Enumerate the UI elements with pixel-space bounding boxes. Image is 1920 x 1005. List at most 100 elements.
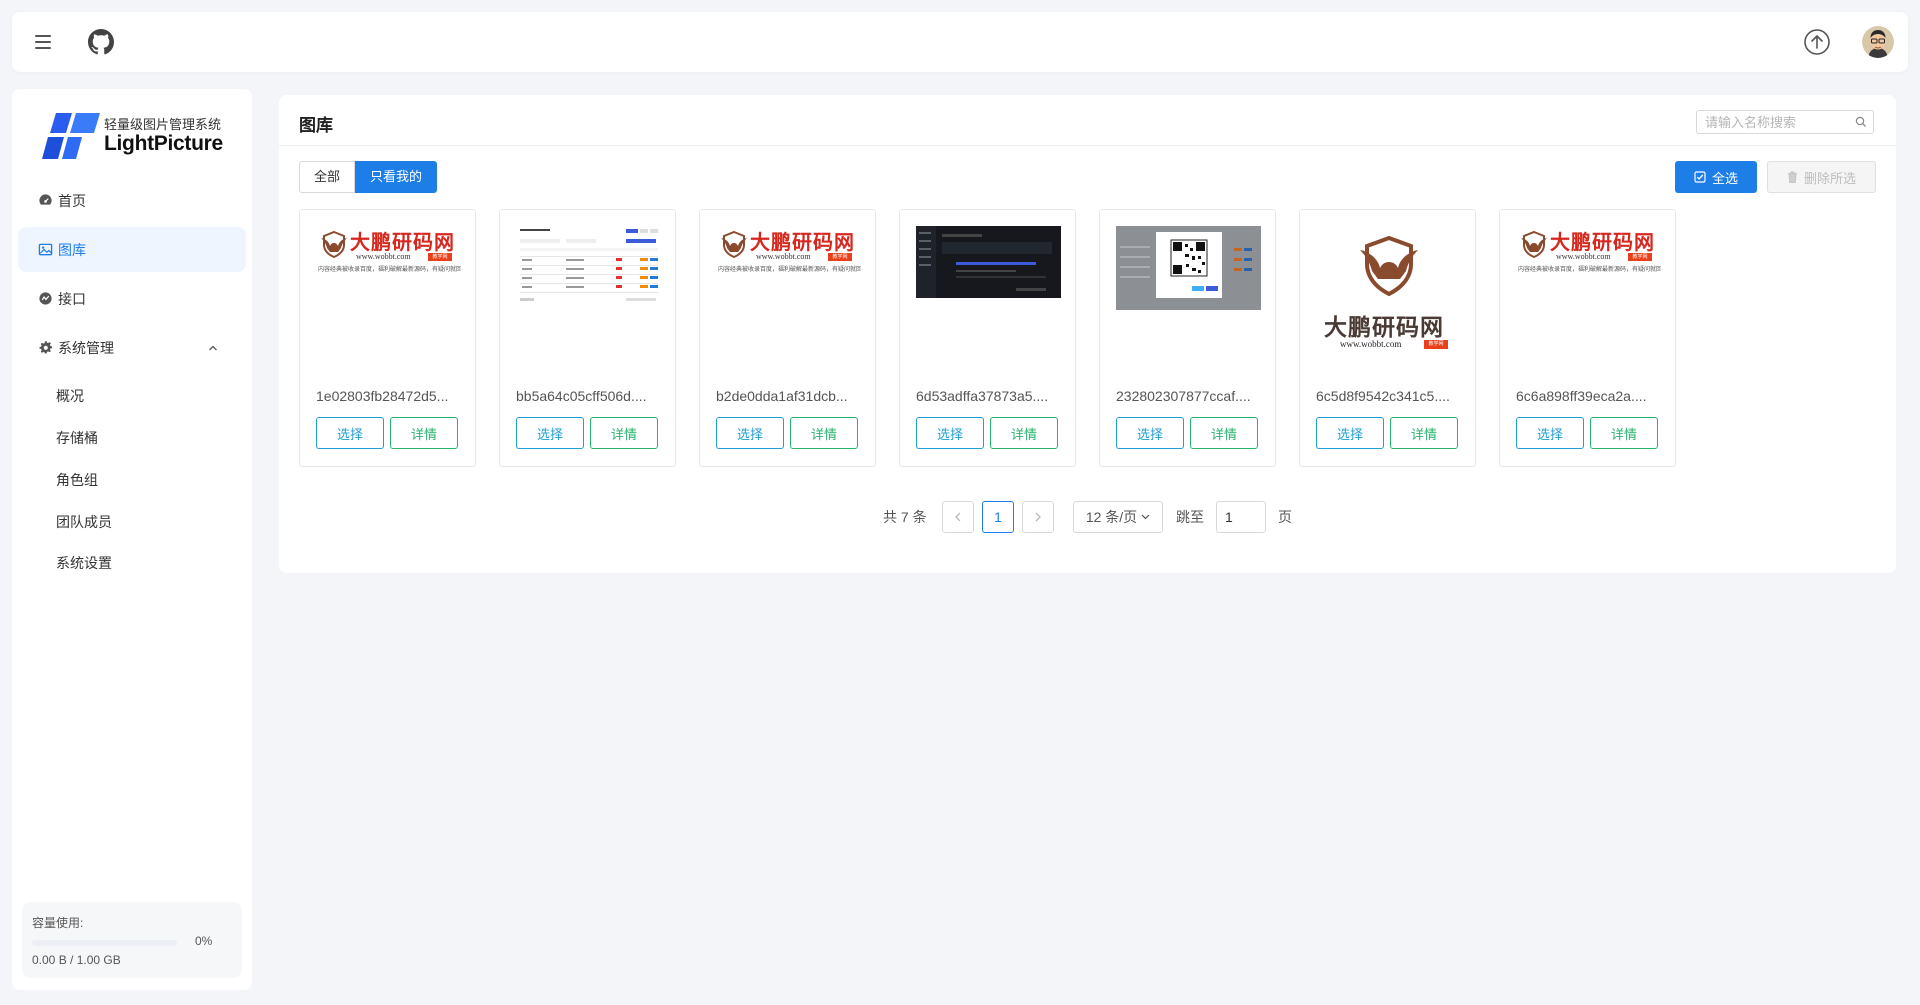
page-size-value: 12 条/页	[1085, 509, 1138, 525]
nav-item-system[interactable]: 系统管理	[18, 325, 246, 370]
brand-text: 大鹏研码网	[750, 232, 855, 254]
detail-button[interactable]: 详情	[990, 417, 1058, 449]
storage-size: 0.00 B / 1.00 GB	[32, 953, 121, 967]
eagle-icon	[1521, 230, 1547, 259]
sub-item-buckets[interactable]: 存储桶	[56, 423, 98, 453]
brand-logo-image: 大鹏研码网 www.wobbt.com 教学网	[1316, 226, 1461, 356]
sub-item-roles[interactable]: 角色组	[56, 465, 98, 495]
select-all-button[interactable]: 全选	[1675, 161, 1757, 193]
brand-tag: 教学网	[1424, 340, 1448, 349]
image-thumbnail[interactable]: 大鹏研码网 www.wobbt.com 教学网 内容经典被收录百度，福利破解最新…	[316, 226, 461, 356]
logo-tagline: 轻量级图片管理系统	[104, 117, 222, 132]
image-name: bb5a64c05cff506d....	[516, 388, 647, 404]
brand-tag: 教学网	[428, 253, 452, 261]
image-name: 1e02803fb28472d5...	[316, 388, 449, 404]
top-bar	[12, 12, 1908, 72]
filter-all-button[interactable]: 全部	[299, 161, 356, 193]
storage-progress-bar	[32, 940, 177, 946]
checkbox-icon	[1694, 171, 1706, 183]
detail-button[interactable]: 详情	[1590, 417, 1658, 449]
detail-button[interactable]: 详情	[1390, 417, 1458, 449]
table-screenshot-image	[516, 226, 661, 306]
page-button-current[interactable]: 1	[982, 501, 1014, 533]
pagination: 共 7 条 1 12 条/页 跳至 页	[279, 501, 1896, 533]
search-input[interactable]	[1705, 111, 1855, 133]
avatar[interactable]	[1862, 26, 1894, 58]
trash-icon	[1787, 171, 1797, 183]
sidebar: 轻量级图片管理系统 LightPicture 首页 图库 接口 系统管理 概况 …	[12, 89, 252, 990]
select-button[interactable]: 选择	[1516, 417, 1584, 449]
nav-item-gallery[interactable]: 图库	[18, 227, 246, 272]
image-thumbnail[interactable]: 大鹏研码网 www.wobbt.com 教学网 内容经典被收录百度，福利破解最新…	[716, 226, 861, 356]
image-name: 6d53adffa37873a5....	[916, 388, 1049, 404]
sub-item-members[interactable]: 团队成员	[56, 507, 112, 537]
search-box[interactable]	[1696, 110, 1874, 134]
jump-label: 跳至	[1176, 509, 1204, 525]
brand-text: 大鹏研码网	[350, 232, 455, 254]
page-unit-label: 页	[1278, 509, 1292, 525]
filter-toggle: 全部 只看我的	[299, 161, 438, 193]
jump-page-input[interactable]	[1216, 501, 1266, 533]
detail-button[interactable]: 详情	[1190, 417, 1258, 449]
detail-button[interactable]: 详情	[590, 417, 658, 449]
image-thumbnail[interactable]	[1116, 226, 1261, 356]
chevron-up-icon	[209, 345, 217, 351]
brand-slogan: 内容经典被收录百度，福利破解最新源码，有疑问就回复，不见不散～	[1518, 267, 1661, 273]
image-name: 6c5d8f9542c341c5....	[1316, 388, 1450, 404]
next-page-button[interactable]	[1022, 501, 1054, 533]
brand-slogan: 内容经典被收录百度，福利破解最新源码，有疑问就回复，不见不散～	[318, 267, 461, 273]
image-card: 大鹏研码网 www.wobbt.com 教学网 内容经典被收录百度，福利破解最新…	[299, 209, 476, 467]
chevron-right-icon	[1035, 512, 1041, 522]
detail-button[interactable]: 详情	[390, 417, 458, 449]
image-thumbnail[interactable]: 大鹏研码网 www.wobbt.com 教学网	[1316, 226, 1461, 356]
filter-mine-button[interactable]: 只看我的	[355, 161, 438, 193]
select-button[interactable]: 选择	[1116, 417, 1184, 449]
image-thumbnail[interactable]: 大鹏研码网 www.wobbt.com 教学网 内容经典被收录百度，福利破解最新…	[1516, 226, 1661, 356]
select-button[interactable]: 选择	[716, 417, 784, 449]
upload-icon[interactable]	[1803, 28, 1831, 56]
prev-page-button[interactable]	[942, 501, 974, 533]
sub-item-overview[interactable]: 概况	[56, 381, 84, 411]
dashboard-icon	[39, 194, 52, 205]
select-button[interactable]: 选择	[916, 417, 984, 449]
brand-slogan: 内容经典被收录百度，福利破解最新源码，有疑问就回复，不见不散～	[718, 267, 861, 273]
brand-logo-image: 大鹏研码网 www.wobbt.com 教学网 内容经典被收录百度，福利破解最新…	[316, 226, 461, 273]
image-card: 大鹏研码网 www.wobbt.com 教学网 6c5d8f9542c341c5…	[1299, 209, 1476, 467]
nav-item-label: 接口	[58, 290, 86, 307]
brand-url: www.wobbt.com	[356, 252, 411, 261]
page-size-select[interactable]: 12 条/页	[1073, 501, 1163, 533]
nav-item-api[interactable]: 接口	[18, 276, 246, 321]
dark-screenshot-image	[916, 226, 1061, 298]
brand-tag: 教学网	[1628, 253, 1652, 261]
gear-icon	[39, 340, 53, 354]
delete-selected-button[interactable]: 删除所选	[1767, 161, 1876, 193]
image-icon	[38, 243, 53, 256]
sub-item-settings[interactable]: 系统设置	[56, 548, 112, 578]
page-title: 图库	[299, 116, 333, 135]
image-thumbnail[interactable]	[916, 226, 1061, 356]
nav-item-label: 系统管理	[58, 339, 114, 356]
search-icon[interactable]	[1855, 116, 1867, 128]
storage-percent: 0%	[195, 934, 213, 948]
chevron-down-icon	[1141, 514, 1150, 520]
logo[interactable]: 轻量级图片管理系统 LightPicture	[42, 109, 242, 163]
select-all-label: 全选	[1711, 170, 1738, 186]
detail-button[interactable]: 详情	[790, 417, 858, 449]
eagle-icon	[1360, 235, 1418, 297]
select-button[interactable]: 选择	[516, 417, 584, 449]
chevron-left-icon	[955, 512, 961, 522]
select-button[interactable]: 选择	[316, 417, 384, 449]
menu-toggle-icon[interactable]	[32, 30, 56, 54]
brand-text: 大鹏研码网	[1550, 232, 1655, 254]
eagle-icon	[721, 230, 747, 259]
brand-logo-image: 大鹏研码网 www.wobbt.com 教学网 内容经典被收录百度，福利破解最新…	[716, 226, 861, 273]
nav-item-label: 首页	[58, 192, 86, 209]
brand-url: www.wobbt.com	[1556, 252, 1611, 261]
logo-name: LightPicture	[104, 132, 223, 155]
select-button[interactable]: 选择	[1316, 417, 1384, 449]
github-icon[interactable]	[88, 29, 114, 55]
qr-screenshot-image	[1116, 226, 1261, 310]
nav-item-home[interactable]: 首页	[18, 178, 246, 223]
brand-url: www.wobbt.com	[756, 252, 811, 261]
image-thumbnail[interactable]	[516, 226, 661, 356]
